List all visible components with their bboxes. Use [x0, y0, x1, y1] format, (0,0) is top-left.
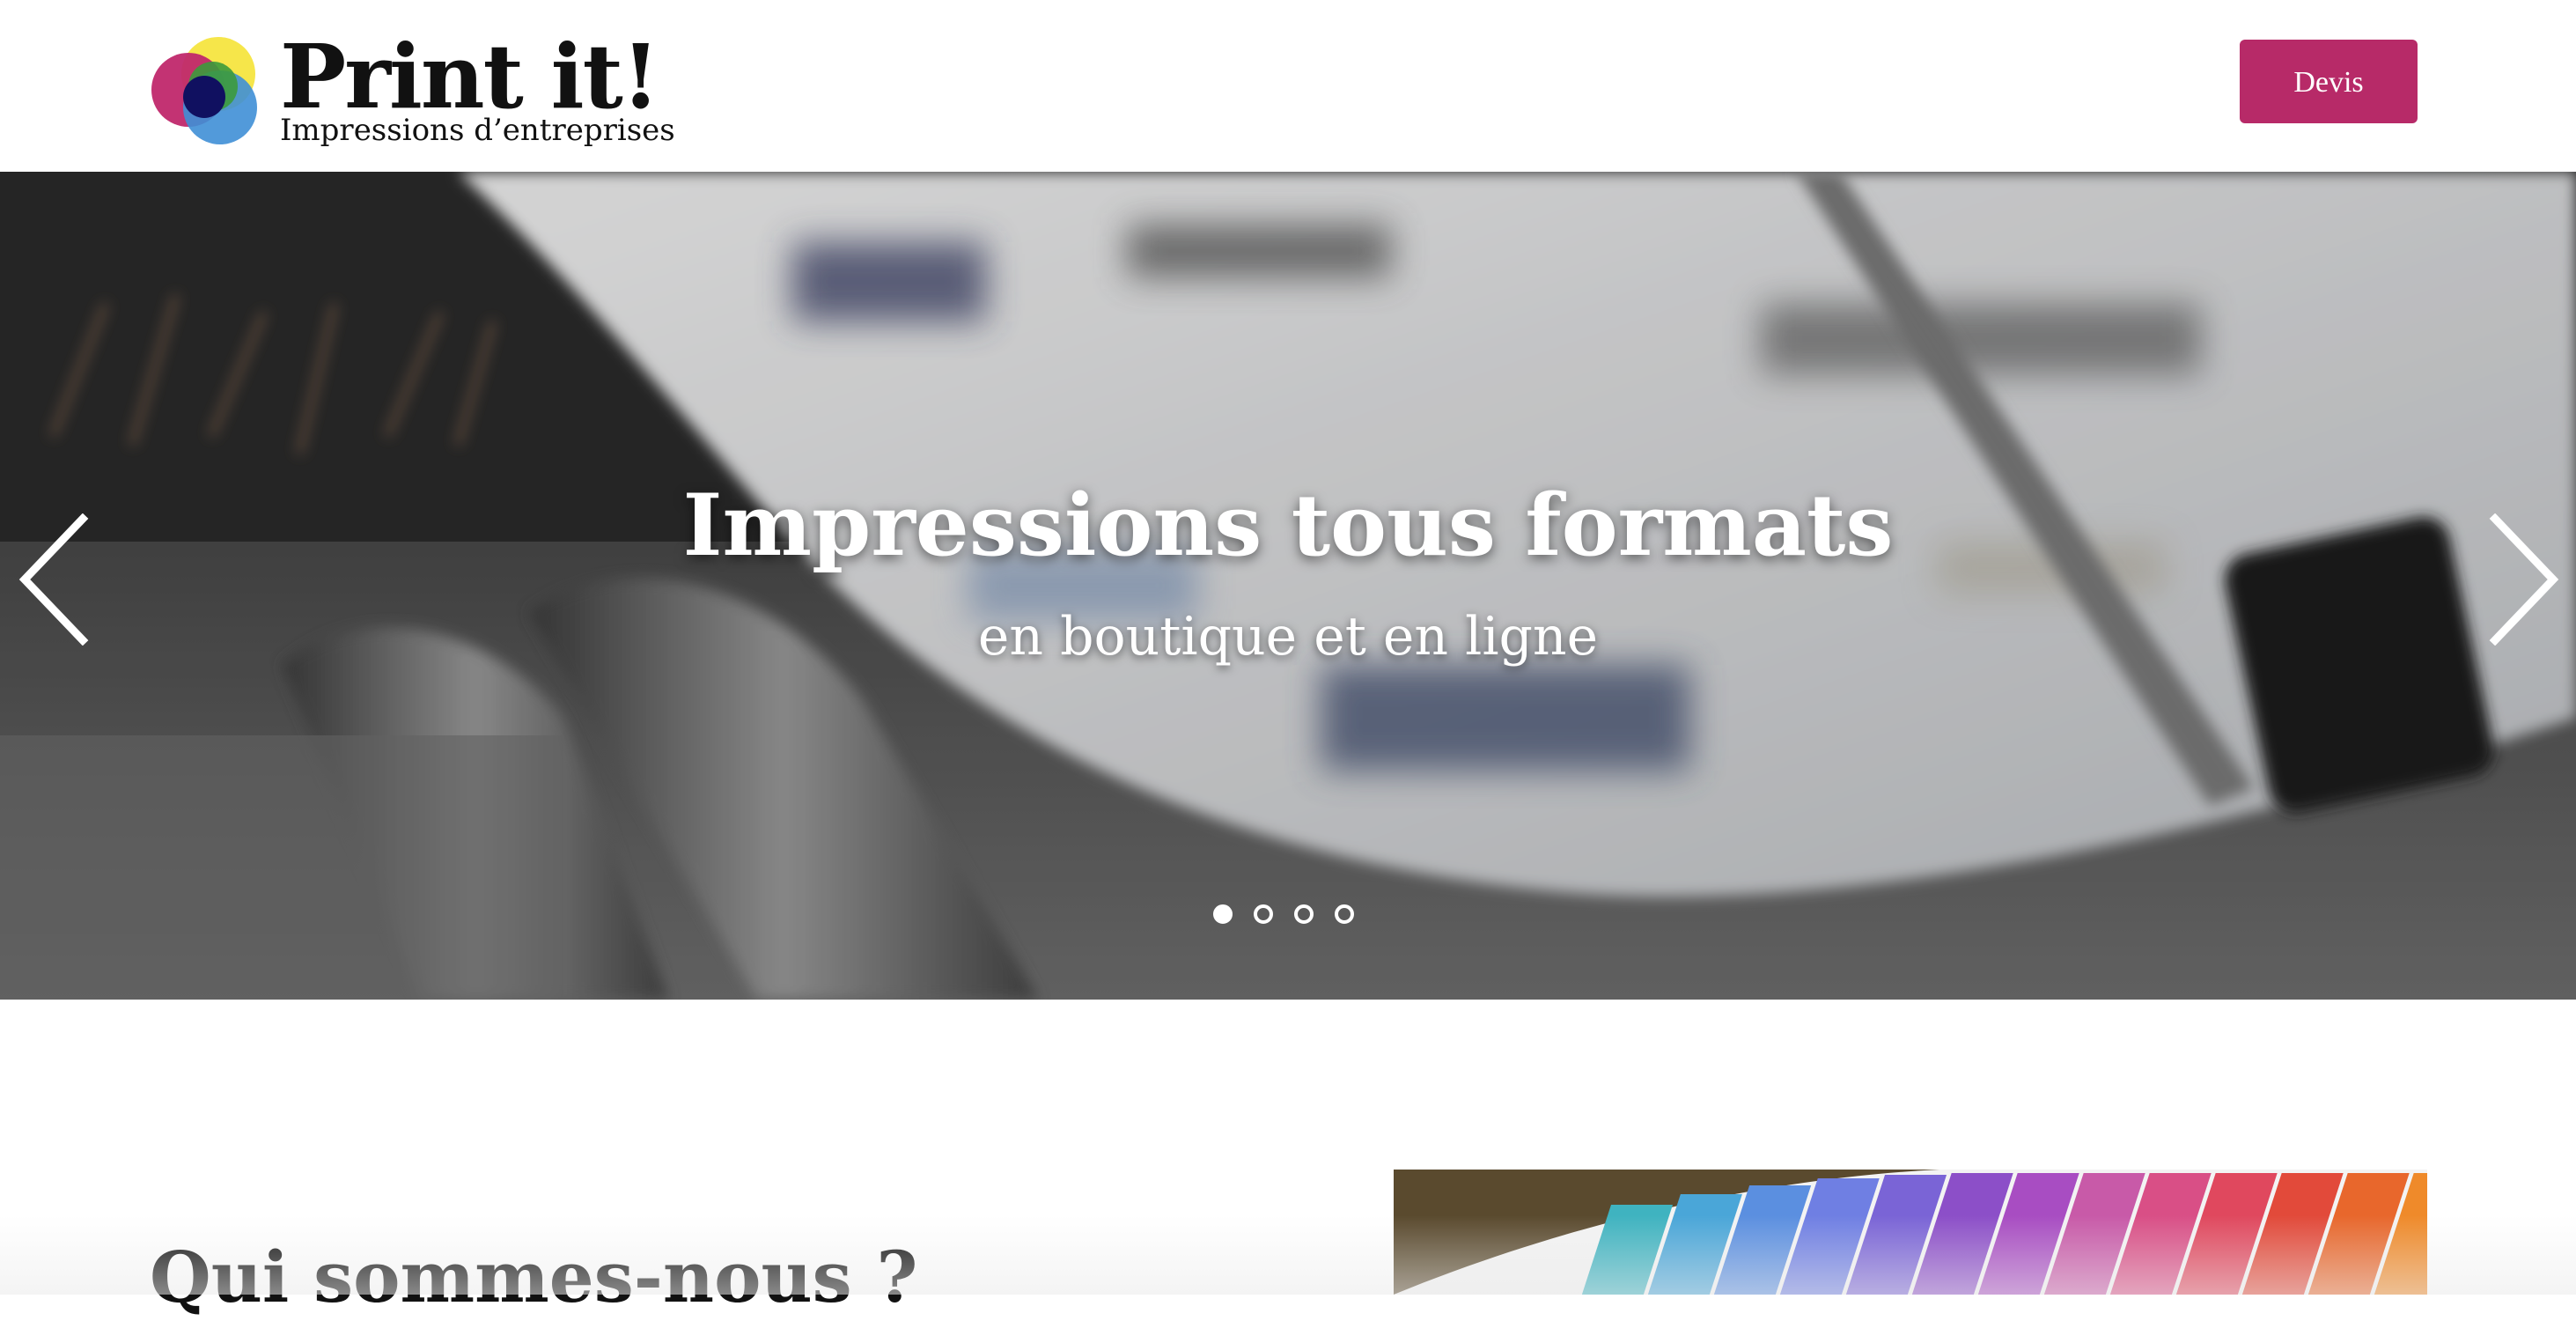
hero-carousel: Impressions tous formats en boutique et …: [0, 172, 2576, 1000]
carousel-dot-1[interactable]: [1213, 904, 1233, 924]
logo-mark-icon: [151, 37, 257, 144]
carousel-dot-2[interactable]: [1254, 904, 1273, 924]
site-logo[interactable]: Print it! Impressions d’entreprises: [150, 28, 675, 150]
chevron-left-icon[interactable]: [14, 513, 93, 646]
hero-title: Impressions tous formats: [682, 476, 1894, 575]
color-swatch-image: [1394, 1170, 2427, 1295]
logo-subtitle: Impressions d’entreprises: [280, 113, 675, 148]
site-header: Print it! Impressions d’entreprises Devi…: [0, 0, 2576, 172]
carousel-indicators: [1213, 904, 1372, 931]
hero-background-image: [0, 172, 2576, 1000]
carousel-dot-3[interactable]: [1294, 904, 1314, 924]
carousel-dot-4[interactable]: [1335, 904, 1354, 924]
logo-title: Print it!: [280, 25, 660, 129]
about-heading: Qui sommes-nous ?: [150, 1236, 918, 1318]
devis-button[interactable]: Devis: [2240, 40, 2418, 123]
hero-subtitle: en boutique et en ligne: [977, 606, 1599, 668]
chevron-right-icon[interactable]: [2484, 513, 2564, 646]
